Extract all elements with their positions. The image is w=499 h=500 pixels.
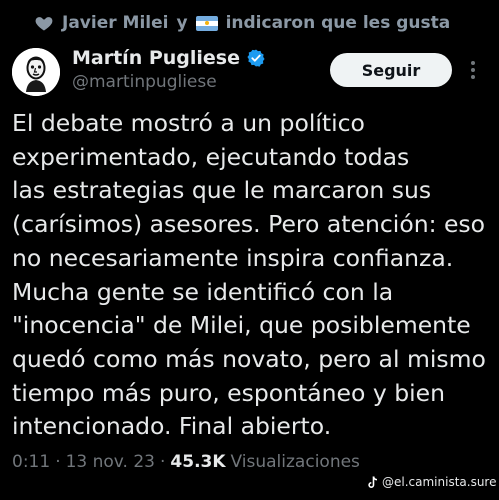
tweet-text-line: "inocencia" de Milei, que posiblemente (12, 311, 471, 340)
author-handle[interactable]: @martinpugliese (72, 72, 266, 92)
social-context: Javier Milei y indicaron que les gusta (34, 10, 450, 36)
follow-button[interactable]: Seguir (330, 53, 452, 87)
meta-separator: · (55, 452, 61, 472)
tweet-meta: 0:11 · 13 nov. 23 · 45.3K Visualizacione… (12, 452, 360, 472)
liked-by-user[interactable]: Javier Milei (62, 13, 168, 33)
views-label: Visualizaciones (230, 452, 360, 472)
tweet-text-line: El debate mostró a un político (12, 109, 365, 137)
meta-separator: · (160, 452, 166, 472)
tiktok-icon (368, 475, 378, 488)
heart-icon (35, 17, 53, 31)
tiktok-watermark: @el.caminista.sure (367, 475, 496, 489)
tweet-time[interactable]: 0:11 (12, 452, 50, 472)
author-display-name[interactable]: Martín Pugliese (72, 47, 240, 69)
tweet-text-line: intencionado. Final abierto. (12, 412, 332, 441)
tweet-date[interactable]: 13 nov. 23 (66, 452, 155, 472)
tweet-text-line: Mucha gente se identificó con la (12, 277, 394, 306)
views-count: 45.3K (170, 452, 226, 472)
liked-action-text: indicaron que les gusta (225, 13, 451, 33)
more-vertical-icon[interactable] (470, 60, 476, 80)
tweet-text-line: quedó como más novato, pero al mismo (12, 344, 486, 373)
verified-badge-icon (247, 49, 265, 67)
tweet-header: Martín Pugliese @martinpugliese Seguir (12, 46, 487, 98)
author-identity: Martín Pugliese @martinpugliese (72, 46, 266, 92)
tweet-text: El debate mostró a un político experimen… (12, 107, 492, 444)
liked-by-connector: y (176, 13, 188, 33)
tweet-text-line: experimentado, ejecutando todas (12, 142, 410, 171)
name-row: Martín Pugliese (72, 46, 266, 70)
argentina-flag-icon (195, 15, 218, 31)
tweet-text-line: no necesariamente inspira confianza. (12, 243, 454, 272)
tweet-text-line: las estrategias que le marcaron sus (12, 176, 432, 205)
avatar-portrait (12, 48, 60, 96)
avatar[interactable] (12, 48, 60, 96)
tweet-text-line: (carísimos) asesores. Pero atención: eso (12, 210, 486, 239)
watermark-handle: @el.caminista.sure (382, 475, 497, 489)
tweet-text-line: tiempo más puro, espontáneo y bien (12, 378, 446, 407)
